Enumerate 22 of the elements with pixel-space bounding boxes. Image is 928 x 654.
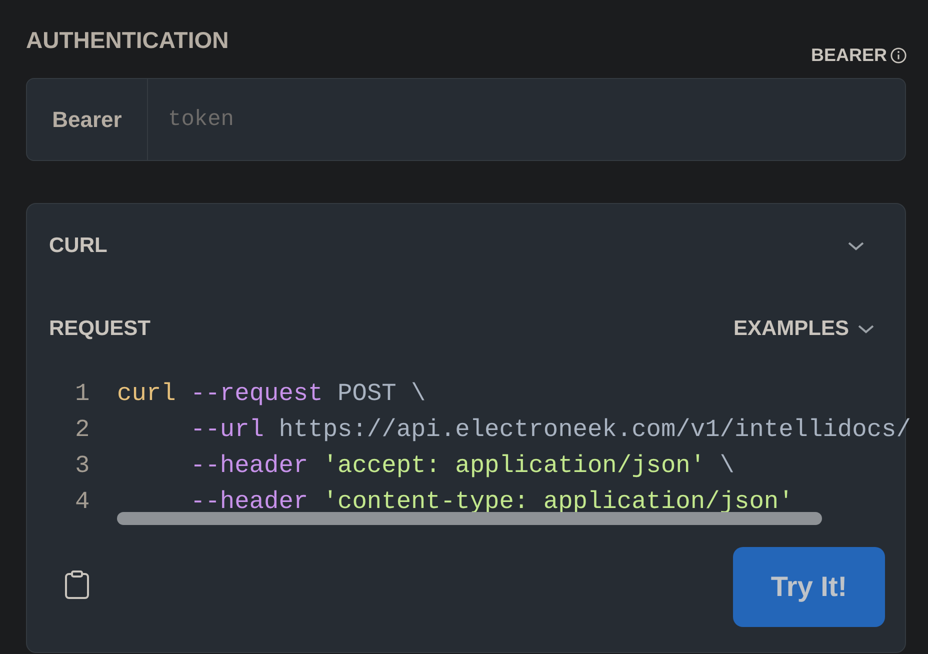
token-field[interactable]: Bearer token [26,78,906,161]
code-line: --header 'accept: application/json' \ [190,452,734,480]
clipboard-icon[interactable] [64,570,90,600]
field-label: Bearer [27,79,148,160]
chevron-icon[interactable] [847,240,865,252]
code-line: --url https://api.electroneek.com/v1/intellidocs/ [190,416,911,444]
section-title: REQUEST [49,317,151,341]
scrollbar[interactable] [117,512,822,525]
line-number: 3 [74,452,91,480]
section-title: AUTHENTICATION [26,27,229,54]
auth-scheme-label: BEARER [810,45,887,66]
caret-icon [857,323,875,335]
try-it-button[interactable]: Try It! [733,546,885,626]
line-number: 4 [74,488,91,516]
code-line: curl --request POST \ [117,380,426,408]
examples-dropdown[interactable]: EXAMPLES [733,317,875,341]
token-input[interactable]: token [148,79,905,160]
line-number: 2 [74,416,91,444]
line-number: 1 [74,380,91,408]
language-label: CURL [49,234,108,258]
code-line: --header 'content-type: application/json' [190,488,794,516]
info-icon[interactable] [890,47,907,64]
